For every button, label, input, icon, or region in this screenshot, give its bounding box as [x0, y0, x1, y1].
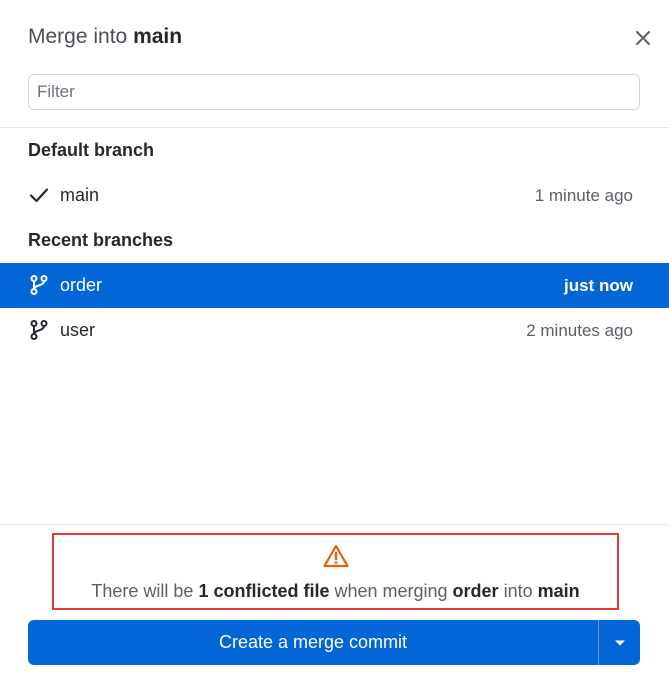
recent-branches-heading: Recent branches — [28, 230, 174, 250]
close-icon — [636, 31, 650, 45]
merge-button-label: Create a merge commit — [218, 632, 408, 652]
warning-text: There will be — [91, 581, 199, 601]
branch-row-user[interactable]: user 2 minutes ago — [0, 308, 669, 353]
target-branch: main — [537, 581, 580, 601]
default-branch-heading: Default branch — [28, 140, 155, 160]
close-button[interactable] — [631, 26, 655, 50]
caret-down-icon — [614, 640, 625, 645]
branch-name: order — [60, 275, 103, 295]
branch-name: user — [60, 320, 96, 340]
branch-row-main[interactable]: main 1 minute ago — [0, 173, 669, 218]
branch-time: 1 minute ago — [534, 186, 633, 205]
filter-divider — [0, 127, 669, 128]
git-branch-icon — [28, 274, 50, 296]
git-branch-icon — [28, 319, 50, 341]
warning-text: when merging — [329, 581, 453, 601]
conflict-message: There will be 1 conflicted file when mer… — [54, 581, 617, 602]
warning-text: into — [498, 581, 538, 601]
branch-time: 2 minutes ago — [526, 321, 633, 340]
title-prefix: Merge into — [28, 25, 128, 48]
branch-time: just now — [564, 276, 633, 295]
dialog-title: Merge into main — [28, 24, 182, 50]
branch-row-order[interactable]: order just now — [0, 263, 669, 308]
filter-input[interactable] — [28, 74, 640, 110]
merge-conflict-warning: There will be 1 conflicted file when mer… — [52, 533, 619, 610]
create-merge-commit-button[interactable]: Create a merge commit — [28, 620, 640, 665]
conflict-count: 1 conflicted file — [198, 581, 330, 601]
title-branch: main — [133, 25, 183, 48]
branch-name: main — [60, 185, 100, 205]
warning-icon — [323, 543, 349, 569]
source-branch: order — [452, 581, 499, 601]
merge-options-dropdown[interactable] — [599, 620, 640, 665]
footer-divider — [0, 524, 669, 525]
check-icon — [28, 184, 50, 206]
merge-dialog: Merge into main Default branch main 1 mi… — [0, 0, 669, 692]
dialog-header: Merge into main — [0, 0, 669, 72]
